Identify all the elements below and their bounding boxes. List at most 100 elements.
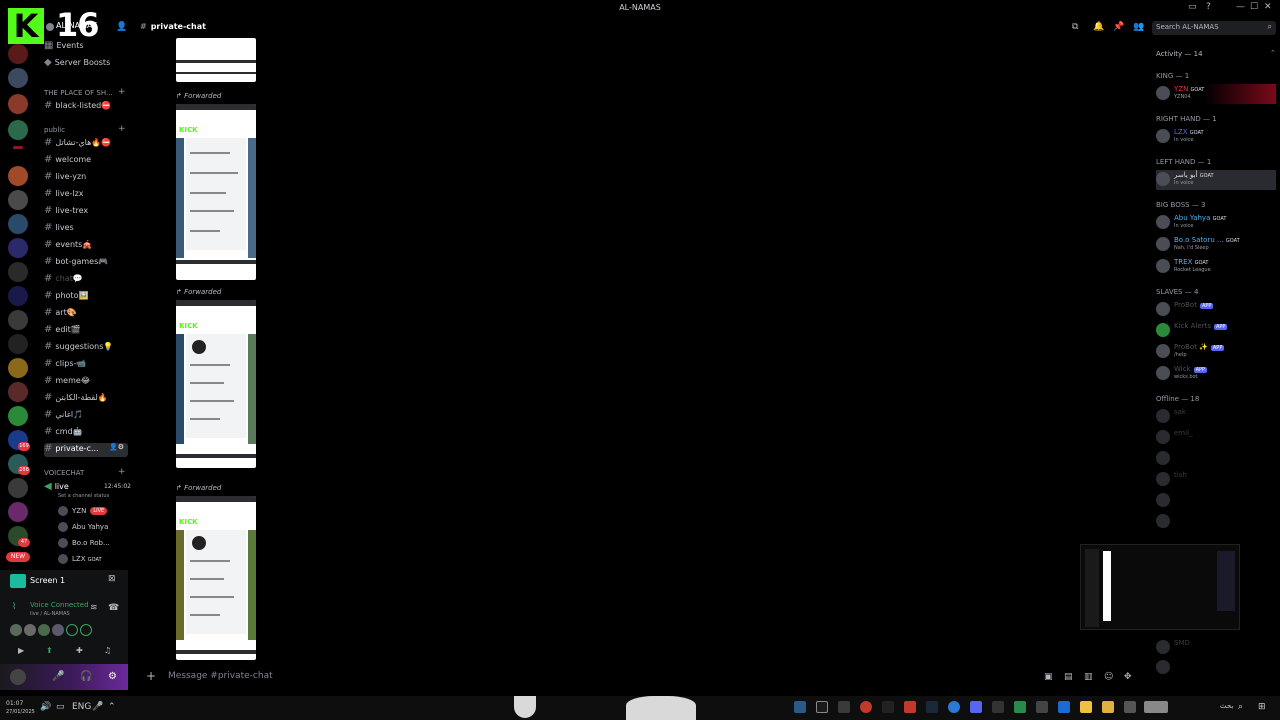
- channel-item[interactable]: # لقطة-الكابتن🔥: [44, 392, 128, 406]
- folder-icon[interactable]: [1102, 701, 1114, 713]
- share-screen-icon[interactable]: ⬆: [46, 646, 53, 655]
- app-icon[interactable]: [1014, 701, 1026, 713]
- app-icon[interactable]: [1036, 701, 1048, 713]
- settings-icon[interactable]: 👤⚙: [109, 443, 124, 451]
- server-icon[interactable]: [8, 44, 28, 64]
- sticker-icon[interactable]: ▥: [1084, 672, 1093, 682]
- noise-suppression-icon[interactable]: ≋: [90, 603, 98, 613]
- server-icon[interactable]: [8, 120, 28, 140]
- stream-preview[interactable]: [1080, 544, 1240, 630]
- server-icon[interactable]: [8, 94, 28, 114]
- server-name[interactable]: AL-NAMAS: [56, 21, 98, 30]
- member-item-offline[interactable]: SMD: [1156, 638, 1276, 658]
- member-item[interactable]: YZN GOAT YZN04: [1156, 84, 1276, 104]
- channel-item[interactable]: # هاي-تشاتل🔥⛔: [44, 137, 128, 151]
- chrome-icon[interactable]: [816, 701, 828, 713]
- member-item[interactable]: Abu Yahya GOAT In voice: [1156, 213, 1276, 233]
- channel-item[interactable]: # suggestions💡: [44, 341, 128, 355]
- member-item[interactable]: Kick Alerts APP: [1156, 321, 1276, 341]
- app-icon[interactable]: [1124, 701, 1136, 713]
- member-item-offline[interactable]: tish: [1156, 470, 1276, 490]
- member-item[interactable]: أبو ياسر GOAT In voice: [1156, 170, 1276, 190]
- server-icon[interactable]: [8, 214, 28, 234]
- activity-icon[interactable]: [80, 624, 92, 636]
- minimize-button[interactable]: —: [1236, 2, 1245, 12]
- bell-icon[interactable]: 🔔: [1093, 22, 1104, 32]
- disconnect-icon[interactable]: ☎: [108, 603, 119, 613]
- category-header[interactable]: THE PLACE OF SH...: [44, 89, 113, 97]
- server-icon[interactable]: [8, 406, 28, 426]
- member-item-offline[interactable]: emil_: [1156, 428, 1276, 448]
- app-icon[interactable]: [1080, 701, 1092, 713]
- mic-icon[interactable]: 🎤: [92, 702, 103, 712]
- sidebar-item-server-boosts[interactable]: ◆ Server Boosts: [44, 57, 128, 71]
- forwarded-screenshot[interactable]: [176, 38, 256, 82]
- channel-item[interactable]: # art🎨: [44, 307, 128, 321]
- maximize-button[interactable]: ☐: [1250, 2, 1258, 12]
- channel-item[interactable]: # cmd🤖: [44, 426, 128, 440]
- channel-item[interactable]: # clips-📹: [44, 358, 128, 372]
- channel-item-active[interactable]: # private-c... 👤⚙: [44, 443, 128, 457]
- activity-icon[interactable]: [52, 624, 64, 636]
- member-item[interactable]: LZX GOAT In voice: [1156, 127, 1276, 147]
- soundboard-icon[interactable]: ♫: [104, 646, 111, 655]
- activity-icon[interactable]: [38, 624, 50, 636]
- forwarded-screenshot[interactable]: KICK: [176, 104, 256, 280]
- server-icon[interactable]: [8, 238, 28, 258]
- server-icon[interactable]: [8, 190, 28, 210]
- threads-icon[interactable]: ⧉: [1072, 22, 1078, 32]
- channel-item[interactable]: # live-yzn: [44, 171, 128, 185]
- channel-item[interactable]: # edit🎬: [44, 324, 128, 338]
- emoji-icon[interactable]: ☺: [1104, 672, 1113, 682]
- channel-item[interactable]: # black-listed⛔: [44, 100, 128, 114]
- activity-icon[interactable]: [66, 624, 78, 636]
- taskbar-clock[interactable]: 01:07: [6, 700, 23, 707]
- gif-icon[interactable]: ▤: [1064, 672, 1073, 682]
- voice-connected-title[interactable]: Voice Connected: [30, 601, 89, 609]
- member-item-offline[interactable]: [1156, 449, 1276, 469]
- app-icon[interactable]: [882, 701, 894, 713]
- app-icon[interactable]: [1144, 701, 1168, 713]
- server-icon[interactable]: [8, 502, 28, 522]
- add-friend-icon[interactable]: 👤: [116, 22, 127, 32]
- member-item-offline[interactable]: [1156, 658, 1276, 678]
- members-icon[interactable]: 👥: [1133, 22, 1144, 32]
- gift-icon[interactable]: ▣: [1044, 672, 1053, 682]
- pin-icon[interactable]: 📌: [1113, 22, 1124, 32]
- app-icon[interactable]: [948, 701, 960, 713]
- server-icon[interactable]: [8, 334, 28, 354]
- app-icon[interactable]: [904, 701, 916, 713]
- search-icon[interactable]: ⌕: [1238, 702, 1243, 712]
- inbox-icon[interactable]: ▭: [1188, 2, 1197, 12]
- channel-item[interactable]: # events🎪: [44, 239, 128, 253]
- server-icon[interactable]: [8, 68, 28, 88]
- message-input[interactable]: Message #private-chat: [168, 671, 273, 681]
- windows-start-icon[interactable]: ⊞: [1258, 702, 1266, 712]
- server-icon[interactable]: [8, 262, 28, 282]
- category-header[interactable]: public: [44, 126, 65, 134]
- chevron-up-icon[interactable]: ⌃: [108, 702, 116, 712]
- server-icon[interactable]: [8, 166, 28, 186]
- voice-user[interactable]: Bo.o Rob...: [58, 538, 110, 548]
- voice-user[interactable]: Abu Yahya: [58, 522, 108, 532]
- member-item-offline[interactable]: [1156, 491, 1276, 511]
- add-channel-icon[interactable]: +: [118, 467, 126, 477]
- member-item-offline[interactable]: [1156, 512, 1276, 532]
- channel-item[interactable]: # lives: [44, 222, 128, 236]
- activity-icon[interactable]: [24, 624, 36, 636]
- avatar[interactable]: [10, 669, 26, 685]
- add-channel-icon[interactable]: +: [118, 124, 126, 134]
- message-composer[interactable]: + Message #private-chat: [140, 668, 1140, 686]
- server-icon[interactable]: [8, 358, 28, 378]
- channel-item[interactable]: # bot-games🎮: [44, 256, 128, 270]
- app-icon[interactable]: [992, 701, 1004, 713]
- headphones-icon[interactable]: 🎧: [80, 671, 92, 682]
- server-icon[interactable]: [8, 478, 28, 498]
- close-button[interactable]: ✕: [1264, 2, 1272, 12]
- server-icon[interactable]: [8, 286, 28, 306]
- member-item[interactable]: TREX GOAT Rocket League: [1156, 257, 1276, 277]
- category-header[interactable]: VOICECHAT: [44, 469, 84, 477]
- app-icon[interactable]: [794, 701, 806, 713]
- discord-icon[interactable]: [970, 701, 982, 713]
- edge-icon[interactable]: [1058, 701, 1070, 713]
